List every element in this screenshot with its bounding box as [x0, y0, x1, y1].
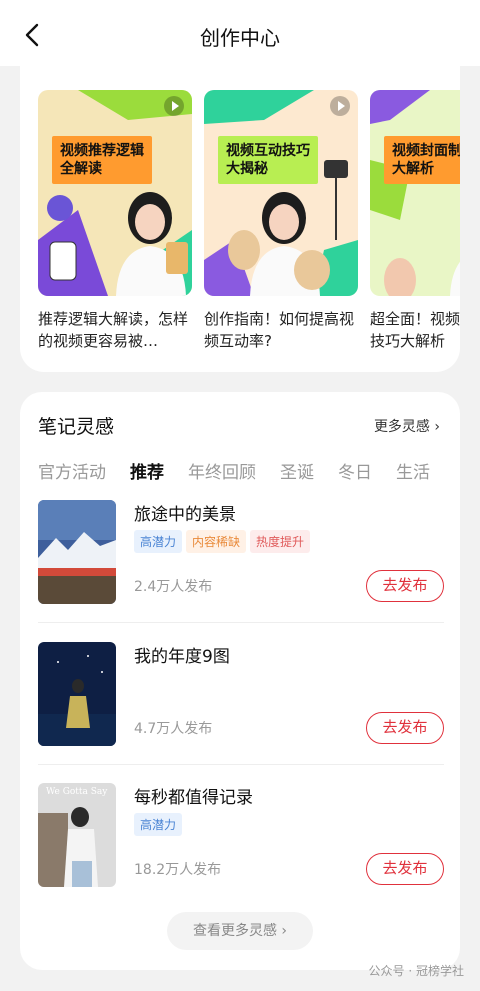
item-title: 我的年度9图 — [134, 647, 230, 667]
more-inspiration-link[interactable]: 更多灵感 › — [374, 416, 440, 436]
tab-year-review[interactable]: 年终回顾 — [188, 458, 256, 483]
watermark: 公众号 · 冠榜学社 — [368, 964, 464, 978]
chevron-right-icon: › — [434, 419, 440, 435]
video-item[interactable]: 视频推荐逻辑 全解读 推荐逻辑大解读，怎样的视频更容易被… — [38, 90, 192, 352]
chevron-right-icon: › — [281, 923, 288, 939]
inspiration-item[interactable]: We Gotta Say 每秒都值得记录 高潜力 18.2万人发布 去发布 — [38, 783, 444, 889]
go-publish-button[interactable]: 去发布 — [366, 570, 444, 602]
tab-winter[interactable]: 冬日 — [338, 458, 372, 483]
publish-count: 18.2万人发布 — [134, 862, 222, 878]
badge-high-potential: 高潜力 — [134, 530, 183, 553]
go-publish-button[interactable]: 去发布 — [366, 853, 444, 885]
view-more-button[interactable]: 查看更多灵感 › — [167, 912, 313, 950]
inspiration-item[interactable]: 旅途中的美景 高潜力 内容稀缺 热度提升 2.4万人发布 去发布 — [38, 500, 444, 606]
video-banner-text: 视频封面制作大解析 — [384, 136, 460, 184]
tab-recommended[interactable]: 推荐 — [130, 458, 164, 483]
item-badges: 高潜力 — [134, 813, 186, 836]
video-caption: 超全面！视频封面制作技巧大解析 — [370, 310, 460, 350]
tab-official-events[interactable]: 官方活动 — [38, 458, 106, 483]
tab-christmas[interactable]: 圣诞 — [280, 458, 314, 483]
item-badges: 高潜力 内容稀缺 热度提升 — [134, 530, 314, 553]
divider — [38, 622, 444, 623]
item-thumbnail: We Gotta Say — [38, 783, 116, 887]
video-caption: 推荐逻辑大解读，怎样的视频更容易被… — [38, 310, 189, 350]
video-thumbnail[interactable]: 视频封面制作大解析 — [370, 90, 460, 296]
inspiration-card: 笔记灵感 更多灵感 › 官方活动 推荐 年终回顾 圣诞 冬日 生活 旅途中的美景 高潜力内… — [20, 392, 460, 970]
item-title: 每秒都值得记录 — [134, 788, 253, 808]
video-caption: 创作指南！如何提高视频互动率? — [204, 310, 355, 350]
play-icon — [164, 96, 184, 116]
top-bar: 创作中心 — [0, 0, 480, 66]
thumb-overlay-text: We Gotta Say — [46, 787, 108, 797]
video-banner-text: 视频互动技巧 大揭秘 — [218, 136, 318, 184]
item-thumbnail — [38, 642, 116, 746]
category-tabs: 官方活动 推荐 年终回顾 圣诞 冬日 生活 — [38, 458, 460, 486]
tab-life[interactable]: 生活 — [396, 458, 430, 483]
badge-high-potential: 高潜力 — [134, 813, 183, 836]
publish-count: 2.4万人发布 — [134, 579, 213, 595]
video-item[interactable]: 视频封面制作大解析 超全面！视频封面制作技巧大解析 — [370, 90, 460, 352]
item-thumbnail — [38, 500, 116, 604]
badge-trending: 热度提升 — [250, 530, 311, 553]
badge-content-scarce: 内容稀缺 — [186, 530, 247, 553]
video-banner-text: 视频推荐逻辑 全解读 — [52, 136, 152, 184]
video-carousel[interactable]: 视频推荐逻辑 全解读 推荐逻辑大解读，怎样的视频更容易被… 视频互动技巧 大揭秘… — [38, 90, 460, 370]
video-thumbnail[interactable]: 视频互动技巧 大揭秘 — [204, 90, 358, 296]
video-thumbnail[interactable]: 视频推荐逻辑 全解读 — [38, 90, 192, 296]
page-title: 创作中心 — [200, 26, 280, 50]
go-publish-button[interactable]: 去发布 — [366, 712, 444, 744]
divider — [38, 764, 444, 765]
play-icon — [330, 96, 350, 116]
item-title: 旅途中的美景 — [134, 505, 236, 525]
inspiration-item[interactable]: 我的年度9图 4.7万人发布 去发布 — [38, 642, 444, 748]
section-title: 笔记灵感 — [38, 416, 115, 438]
video-item[interactable]: 视频互动技巧 大揭秘 创作指南！如何提高视频互动率? — [204, 90, 358, 352]
video-guide-card: 视频推荐逻辑 全解读 推荐逻辑大解读，怎样的视频更容易被… 视频互动技巧 大揭秘… — [20, 60, 460, 372]
publish-count: 4.7万人发布 — [134, 721, 213, 737]
